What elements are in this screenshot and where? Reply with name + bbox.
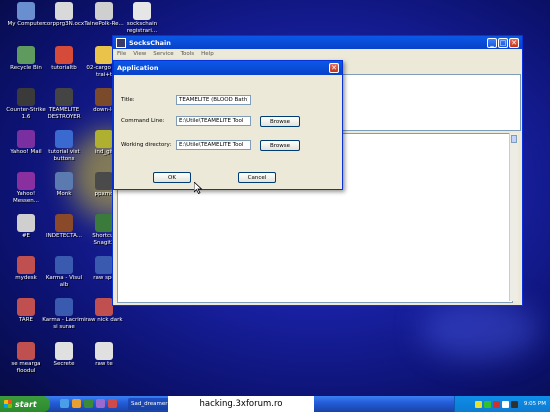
dialog-titlebar[interactable]: Application ✕ <box>114 61 342 75</box>
vertical-scrollbar[interactable] <box>509 133 518 301</box>
menu-view[interactable]: View <box>133 51 146 57</box>
menu-bar: File View Service Tools Help <box>113 49 522 58</box>
file-icon <box>17 214 35 232</box>
sockschain-titlebar[interactable]: SocksChain _ □ ✕ <box>113 36 522 49</box>
tray-icon-3[interactable] <box>492 400 500 408</box>
window-title: SocksChain <box>129 38 171 47</box>
app-icon <box>95 88 113 106</box>
desktop-icon-label: Karma - Lacrimi si surae <box>42 317 86 330</box>
counter-strike-icon <box>17 88 35 106</box>
desktop-icon[interactable]: tutorialtb <box>42 46 86 72</box>
app-quicklaunch-icon[interactable] <box>108 399 117 408</box>
desktop-icon[interactable]: INDETECTA... <box>42 214 86 240</box>
maximize-button[interactable]: □ <box>498 37 508 48</box>
desktop-icon-label: raw te <box>95 361 113 367</box>
cancel-button[interactable]: Cancel <box>238 172 276 183</box>
scrollbar-thumb[interactable] <box>511 135 517 143</box>
computer-icon <box>17 2 35 20</box>
command-line-label: Command Line: <box>121 118 165 124</box>
desktop-icon[interactable]: Karma - Lacrimi si surae <box>42 298 86 330</box>
minimize-button[interactable]: _ <box>487 37 497 48</box>
desktop-icon-label: corpprg3N.ocx <box>43 21 85 27</box>
archive-icon <box>95 298 113 316</box>
browse-command-button[interactable]: Browse <box>260 116 300 127</box>
browse-directory-button[interactable]: Browse <box>260 140 300 151</box>
tray-icon-5[interactable] <box>510 400 518 408</box>
tray-icon-1[interactable] <box>474 400 482 408</box>
app-icon <box>55 88 73 106</box>
desktop-icon[interactable]: raw te <box>82 342 126 368</box>
monk-icon <box>55 172 73 190</box>
browser-quicklaunch-icon[interactable] <box>60 399 69 408</box>
menu-tools[interactable]: Tools <box>181 51 195 57</box>
desktop-icon[interactable]: Karma - Visul alb <box>42 256 86 288</box>
dialog-title: Application <box>117 64 159 72</box>
file-icon <box>95 2 113 20</box>
desktop-icon-label: INDETECTA... <box>46 233 82 239</box>
desktop-icon-label: Secrete <box>53 361 75 367</box>
archive-icon <box>17 342 35 360</box>
start-button[interactable]: start <box>0 396 50 412</box>
desktop-icon[interactable]: TEAMELITE DESTROYER <box>42 88 86 120</box>
document-icon <box>95 342 113 360</box>
desktop-icon-label: tutorialtb <box>51 65 77 71</box>
close-button[interactable]: ✕ <box>509 37 519 48</box>
working-directory-row: Working directory: <box>121 140 251 150</box>
archive-icon <box>17 256 35 274</box>
desktop-icon-label: raw nick dark <box>85 317 123 323</box>
desktop-icon[interactable]: tutorial vist buttons <box>42 130 86 162</box>
archive-icon <box>17 298 35 316</box>
audio-icon <box>55 298 73 316</box>
start-label: start <box>15 399 37 409</box>
clock[interactable]: 9:05 PM <box>524 401 546 407</box>
desktop-icon[interactable]: Monk <box>42 172 86 198</box>
tray-icon-2[interactable] <box>483 400 491 408</box>
title-input[interactable] <box>176 95 251 105</box>
snagit-icon <box>95 214 113 232</box>
command-line-input[interactable] <box>176 116 251 126</box>
image-icon <box>95 130 113 148</box>
yahoo-mail-icon <box>17 130 35 148</box>
working-directory-label: Working directory: <box>121 142 172 148</box>
desktop-icon-label: Karma - Visul alb <box>45 275 83 288</box>
folder-icon <box>55 130 73 148</box>
watermark-text: hacking.3xforum.ro <box>168 396 314 412</box>
folder-icon <box>95 46 113 64</box>
audio-icon <box>55 256 73 274</box>
dialog-close-button[interactable]: ✕ <box>329 63 339 73</box>
document-icon <box>133 2 151 20</box>
audio-icon <box>95 256 113 274</box>
desktop-icon-label: Monk <box>56 191 72 197</box>
yahoo-messenger-icon <box>17 172 35 190</box>
desktop-quicklaunch-icon[interactable] <box>96 399 105 408</box>
ok-button[interactable]: OK <box>153 172 191 183</box>
mouse-cursor-icon <box>194 182 202 194</box>
media-quicklaunch-icon[interactable] <box>84 399 93 408</box>
command-line-row: Command Line: <box>121 116 251 126</box>
system-tray: 9:05 PM <box>454 396 550 412</box>
document-icon <box>55 342 73 360</box>
desktop-icon-label: tutorial vist buttons <box>48 149 80 162</box>
title-label: Title: <box>121 97 135 103</box>
app-icon <box>55 214 73 232</box>
desktop-icon-label: TEAMELITE DESTROYER <box>47 107 81 120</box>
menu-service[interactable]: Service <box>153 51 173 57</box>
desktop-icon[interactable]: sockschain registrari... <box>120 2 164 34</box>
app-icon <box>95 172 113 190</box>
sockschain-app-icon <box>116 37 126 48</box>
tray-icon-4[interactable] <box>501 400 509 408</box>
application-dialog: Application ✕ Title: Command Line: Brows… <box>113 60 343 190</box>
windows-logo-icon <box>4 400 12 408</box>
desktop-icon[interactable]: Secrete <box>42 342 86 368</box>
menu-file[interactable]: File <box>117 51 126 57</box>
title-row: Title: <box>121 95 251 105</box>
file-icon <box>55 2 73 20</box>
shortcut-icon <box>55 46 73 64</box>
desktop-icon[interactable]: corpprg3N.ocx <box>42 2 86 28</box>
recycle-bin-icon <box>17 46 35 64</box>
menu-help[interactable]: Help <box>201 51 214 57</box>
desktop-icon-label: sockschain registrari... <box>126 21 158 34</box>
messenger-quicklaunch-icon[interactable] <box>72 399 81 408</box>
working-directory-input[interactable] <box>176 140 251 150</box>
